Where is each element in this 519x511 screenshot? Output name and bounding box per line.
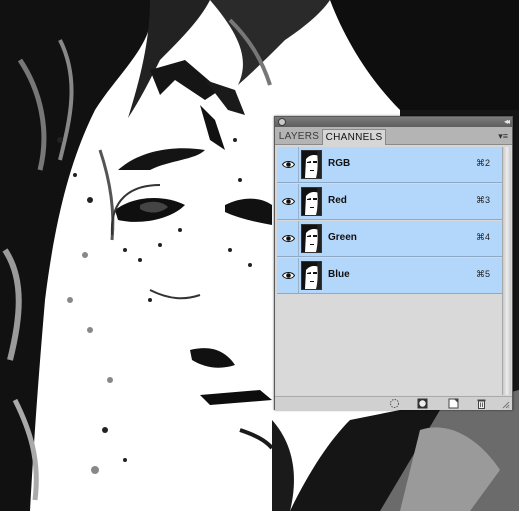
channel-name: Blue [328, 269, 350, 280]
tab-channels[interactable]: CHANNELS [322, 129, 386, 145]
channel-row-rgb[interactable]: RGB ⌘2 [277, 147, 502, 183]
channel-thumbnail [301, 261, 322, 290]
channel-name: Red [328, 195, 347, 206]
channel-name: RGB [328, 158, 351, 169]
tab-layers[interactable]: LAYERS [277, 129, 321, 145]
resize-grip-icon[interactable] [502, 401, 510, 409]
channel-list: RGB ⌘2 Red ⌘3 Green ⌘4 Blue ⌘5 [277, 147, 502, 395]
visibility-eye-icon[interactable] [279, 258, 299, 293]
save-selection-icon[interactable] [417, 398, 428, 409]
channel-row-blue[interactable]: Blue ⌘5 [277, 258, 502, 294]
channel-shortcut: ⌘4 [475, 232, 490, 242]
panel-menu-icon[interactable]: ▾≡ [498, 130, 508, 142]
panel-footer [275, 396, 512, 410]
close-icon[interactable] [278, 118, 286, 126]
new-channel-icon[interactable] [448, 398, 459, 409]
visibility-eye-icon[interactable] [279, 184, 299, 219]
panel-tabbar: LAYERS CHANNELS ▾≡ [275, 127, 512, 145]
channels-panel: ◂◂ LAYERS CHANNELS ▾≡ RGB ⌘2 Red ⌘3 Gree… [274, 116, 513, 410]
channel-shortcut: ⌘3 [475, 195, 490, 205]
channel-row-red[interactable]: Red ⌘3 [277, 184, 502, 220]
scrollbar[interactable] [502, 147, 511, 395]
load-selection-icon[interactable] [389, 398, 400, 409]
channel-row-green[interactable]: Green ⌘4 [277, 221, 502, 257]
visibility-eye-icon[interactable] [279, 147, 299, 182]
channel-thumbnail [301, 150, 322, 179]
channel-thumbnail [301, 224, 322, 253]
trash-icon[interactable] [476, 398, 487, 409]
channel-shortcut: ⌘2 [475, 158, 490, 168]
visibility-eye-icon[interactable] [279, 221, 299, 256]
channel-name: Green [328, 232, 357, 243]
panel-titlebar[interactable]: ◂◂ [275, 117, 512, 127]
channel-thumbnail [301, 187, 322, 216]
collapse-icon[interactable]: ◂◂ [504, 117, 510, 127]
channel-shortcut: ⌘5 [475, 269, 490, 279]
